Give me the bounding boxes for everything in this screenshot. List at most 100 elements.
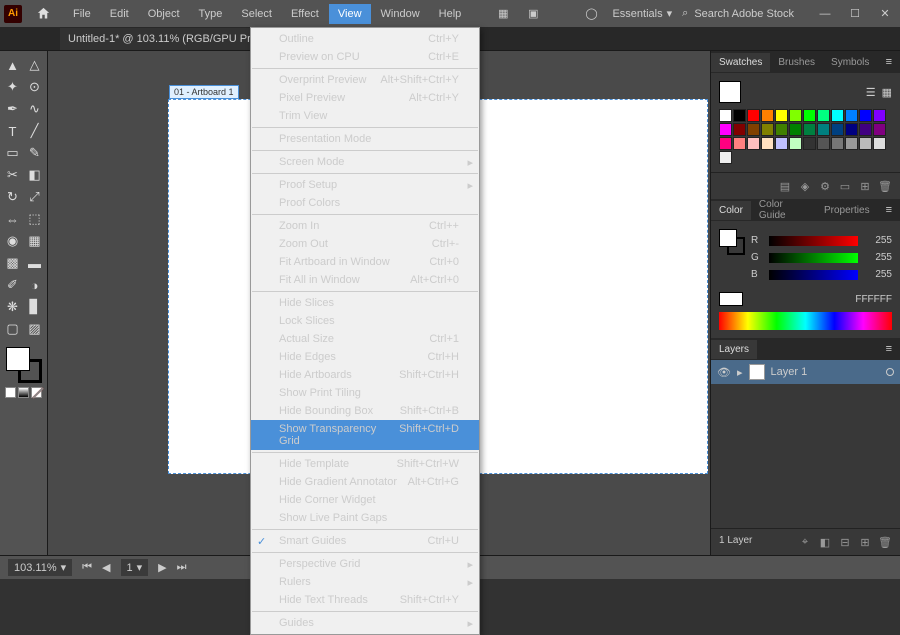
color-mode-icon[interactable] [5,387,16,398]
panel-menu-icon[interactable]: ≡ [878,339,900,359]
new-layer-icon[interactable]: ⊞ [858,535,872,549]
menu-type[interactable]: Type [190,4,232,24]
swatch[interactable] [719,123,732,136]
type-tool[interactable]: T [3,121,23,141]
maximize-button[interactable]: ☐ [844,3,866,25]
mesh-tool[interactable]: ▩ [3,253,23,273]
swatch[interactable] [775,109,788,122]
menu-item-rulers[interactable]: Rulers▸ [251,573,479,591]
tab-color[interactable]: Color [711,201,751,220]
menu-item-guides[interactable]: Guides▸ [251,614,479,632]
swatch[interactable] [831,109,844,122]
gradient-tool[interactable]: ▬ [25,253,45,273]
tab-swatches[interactable]: Swatches [711,53,770,72]
new-swatch-icon[interactable]: ⊞ [858,179,872,193]
swatch[interactable] [873,109,886,122]
menu-file[interactable]: File [64,4,100,24]
artboard-nav-last-icon[interactable]: ⏭ [177,561,187,574]
swatch[interactable] [719,109,732,122]
swatch[interactable] [873,123,886,136]
magic-wand-tool[interactable]: ✦ [3,77,23,97]
shape-builder-tool[interactable]: ◉ [3,231,23,251]
swatch[interactable] [859,109,872,122]
swatch[interactable] [761,123,774,136]
workspace-switcher[interactable]: Essentials▾ [612,7,672,20]
swatch[interactable] [803,109,816,122]
graph-tool[interactable]: ▊ [25,297,45,317]
swatch-kind-icon[interactable]: ◈ [798,179,812,193]
swatch-libraries-icon[interactable]: ▤ [778,179,792,193]
menu-item-trim-view[interactable]: Trim View [251,107,479,125]
locate-object-icon[interactable]: ⌖ [798,535,812,549]
menu-item-perspective-grid[interactable]: Perspective Grid▸ [251,555,479,573]
search-stock[interactable]: ⌕ Search Adobe Stock [682,7,794,20]
menu-item-hide-corner-widget[interactable]: Hide Corner Widget [251,491,479,509]
artboard-nav-prev-icon[interactable]: ◀ [102,561,110,574]
new-sublayer-icon[interactable]: ⊟ [838,535,852,549]
rotate-tool[interactable]: ↻ [3,187,23,207]
slider-G[interactable] [769,253,858,263]
swatch[interactable] [859,137,872,150]
swatch[interactable] [845,123,858,136]
swatch-options-icon[interactable]: ⚙ [818,179,832,193]
menu-edit[interactable]: Edit [101,4,138,24]
swatch[interactable] [733,137,746,150]
swatch-view-grid-icon[interactable]: ▦ [882,86,892,99]
color-fill-stroke[interactable] [719,229,745,255]
slider-value-R[interactable]: 255 [864,235,892,246]
slider-value-B[interactable]: 255 [864,269,892,280]
slider-R[interactable] [769,236,858,246]
menu-object[interactable]: Object [139,4,189,24]
line-tool[interactable]: ╱ [25,121,45,141]
artboard-nav-first-icon[interactable]: ⏮ [82,561,92,574]
menu-item-outline[interactable]: OutlineCtrl+Y [251,30,479,48]
swatch[interactable] [831,123,844,136]
menu-item-hide-text-threads[interactable]: Hide Text ThreadsShift+Ctrl+Y [251,591,479,609]
menu-item-show-transparency-grid[interactable]: Show Transparency GridShift+Ctrl+D [251,420,479,450]
swatch[interactable] [873,137,886,150]
menu-item-hide-edges[interactable]: Hide EdgesCtrl+H [251,348,479,366]
menu-help[interactable]: Help [430,4,471,24]
direct-selection-tool[interactable]: △ [25,55,45,75]
close-button[interactable]: ✕ [874,3,896,25]
swatch[interactable] [747,137,760,150]
panel-menu-icon[interactable]: ≡ [878,200,900,220]
menu-item-zoom-out[interactable]: Zoom OutCtrl+- [251,235,479,253]
swatch[interactable] [733,123,746,136]
fill-stroke-swatches[interactable] [6,347,42,383]
layer-row[interactable]: 👁 ▸ Layer 1 [711,360,900,384]
slider-value-G[interactable]: 255 [864,252,892,263]
swatch[interactable] [817,123,830,136]
menu-select[interactable]: Select [232,4,281,24]
swatch[interactable] [719,137,732,150]
slice-tool[interactable]: ▨ [25,319,45,339]
swatch[interactable] [789,137,802,150]
menu-item-hide-gradient-annotator[interactable]: Hide Gradient AnnotatorAlt+Ctrl+G [251,473,479,491]
menu-item-presentation-mode[interactable]: Presentation Mode [251,130,479,148]
lasso-tool[interactable]: ⊙ [25,77,45,97]
swatch[interactable] [803,123,816,136]
menu-item-preview-on-cpu[interactable]: Preview on CPUCtrl+E [251,48,479,66]
swatch[interactable] [761,137,774,150]
menu-item-overprint-preview[interactable]: Overprint PreviewAlt+Shift+Ctrl+Y [251,71,479,89]
artboard-tool[interactable]: ▢ [3,319,23,339]
slider-B[interactable] [769,270,858,280]
swatch[interactable] [747,109,760,122]
swatch[interactable] [733,109,746,122]
delete-layer-icon[interactable]: 🗑 [878,535,892,549]
menu-item-pixel-preview[interactable]: Pixel PreviewAlt+Ctrl+Y [251,89,479,107]
arrange-icon[interactable]: ▦ [492,3,514,25]
swatch[interactable] [831,137,844,150]
menu-view[interactable]: View [329,4,371,24]
swatch[interactable] [761,109,774,122]
zoom-selector[interactable]: 103.11%▾ [8,559,72,576]
menu-item-show-live-paint-gaps[interactable]: Show Live Paint Gaps [251,509,479,527]
swatch[interactable] [817,109,830,122]
width-tool[interactable]: ⇔ [3,209,23,229]
hex-none-icon[interactable] [719,292,743,306]
fill-swatch[interactable] [6,347,30,371]
rectangle-tool[interactable]: ▭ [3,143,23,163]
none-mode-icon[interactable] [31,387,42,398]
free-transform-tool[interactable]: ⬚ [25,209,45,229]
menu-item-zoom-in[interactable]: Zoom InCtrl++ [251,217,479,235]
